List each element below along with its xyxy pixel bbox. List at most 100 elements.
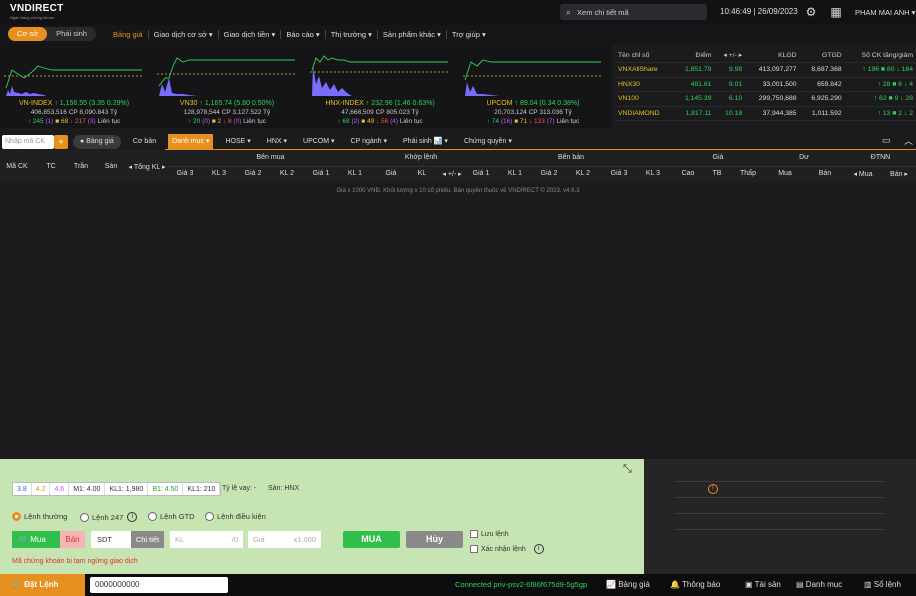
col-header: Tên chỉ số bbox=[615, 48, 675, 63]
menu-giao-dich-co-so[interactable]: Giao dịch cơ sở ▾ bbox=[149, 29, 219, 39]
divider bbox=[674, 513, 884, 514]
chevron-up-icon[interactable]: ︿ bbox=[904, 134, 913, 147]
mini-chart-upcom[interactable]: UPCOM ↑ 89.04 (0.34 0.38%) 20,703,124 CP… bbox=[463, 48, 603, 128]
user-menu[interactable]: PHAM MAI ANH ▾ bbox=[855, 8, 915, 17]
table-row[interactable]: HNX30 481.61 9.01 33,001,500 659.842 ↑ 28 ■ 6… bbox=[615, 77, 916, 92]
sell-tab[interactable]: Bán bbox=[60, 531, 85, 548]
quantity-placeholder: KL bbox=[175, 535, 185, 544]
menu-giao-dich-tien[interactable]: Giao dịch tiền ▾ bbox=[219, 29, 282, 39]
board-toggle[interactable]: ● Bảng giá bbox=[73, 134, 121, 149]
nav-bar: Cơ sở Phái sinh Bảng giá Giao dịch cơ sở… bbox=[0, 25, 916, 43]
submit-buy-button[interactable]: MUA bbox=[343, 531, 400, 548]
quote-floor[interactable]: 3.8 bbox=[13, 483, 32, 495]
save-order-checkbox[interactable]: Lưu lệnh bbox=[470, 530, 509, 538]
cancel-button[interactable]: Hủy bbox=[406, 531, 463, 548]
menu-bao-cao[interactable]: Báo cáo ▾ bbox=[281, 29, 326, 39]
info-icon[interactable]: i bbox=[533, 544, 544, 554]
col-sub[interactable]: Bán ▸ bbox=[884, 170, 914, 178]
tab-cp-nganh[interactable]: CP ngành ▾ bbox=[347, 134, 391, 150]
col-sub[interactable]: ◂ Mua bbox=[846, 170, 880, 178]
table-row[interactable]: VNDIAMOND 1,817.11 10.18 37,944,385 1,011.59… bbox=[615, 106, 916, 121]
buy-tab[interactable]: 🛒 Mua bbox=[12, 531, 60, 548]
symbol-field[interactable]: SDT bbox=[91, 531, 131, 548]
confirm-order-checkbox[interactable]: Xác nhận lệnh i bbox=[470, 544, 544, 554]
tab-danh-muc[interactable]: Danh mục ▾ bbox=[168, 133, 214, 150]
info-icon[interactable]: ! bbox=[708, 484, 718, 494]
col-sub[interactable]: ◂ +/- ▸ bbox=[437, 170, 467, 178]
tab-hose[interactable]: HOSE ▾ bbox=[221, 134, 254, 150]
mini-change: UPCOM ↑ 89.04 (0.34 0.38%) bbox=[486, 100, 580, 107]
account-field[interactable]: 0000000000 bbox=[90, 577, 228, 593]
quote-ceiling[interactable]: 4.6 bbox=[50, 483, 70, 495]
add-symbol-button[interactable]: + bbox=[54, 134, 68, 149]
col-tong-kl[interactable]: ◂ Tổng KL ▸ bbox=[128, 163, 166, 171]
cell: VN100 bbox=[615, 91, 675, 107]
quote-ref[interactable]: 4.2 bbox=[32, 483, 51, 495]
gear-icon[interactable]: ⚙ bbox=[804, 5, 818, 19]
footer-link-so-lenh[interactable]: ▥ Sổ lệnh bbox=[864, 580, 901, 589]
search-placeholder: Xem chi tiết mã bbox=[577, 7, 629, 17]
footer-link-bang-gia[interactable]: 📈 Bảng giá bbox=[606, 580, 650, 589]
cell: 1,011.592 bbox=[799, 106, 845, 121]
clock: 10:46:49 | 26/09/2023 bbox=[720, 7, 798, 16]
col-san: Sàn bbox=[104, 163, 118, 170]
grid-icon[interactable]: ▦ bbox=[829, 5, 843, 19]
checkbox-box bbox=[470, 545, 478, 553]
mini-chart-vn30[interactable]: VN30 ↑ 1,165.74 (5.80 0.50%) 128,978,544… bbox=[157, 48, 297, 128]
collapse-icon[interactable]: ⤡ bbox=[623, 463, 632, 476]
search-input[interactable]: ⌕ Xem chi tiết mã bbox=[560, 4, 707, 20]
tab-chung-quyen[interactable]: Chứng quyền ▾ bbox=[460, 134, 516, 150]
col-sub: KL 2 bbox=[279, 170, 295, 177]
col-ma-ck[interactable]: Mã CK bbox=[4, 163, 30, 170]
buy-tab-label: Mua bbox=[30, 535, 46, 544]
quantity-input[interactable]: KL/0 bbox=[170, 531, 243, 548]
radio-lenh-247[interactable]: Lệnh 247 i bbox=[80, 512, 138, 522]
quote-b1[interactable]: B1: 4.50 bbox=[148, 483, 184, 495]
col-header[interactable]: ◂ +/- ▸ bbox=[714, 48, 746, 63]
cell: VNXAllShare bbox=[615, 62, 675, 78]
mini-change: VN-INDEX ↑ 1,156.55 (3.35 0.29%) bbox=[18, 100, 130, 107]
col-sub: KL 3 bbox=[211, 170, 227, 177]
table-row[interactable]: VN100 1,145.39 6.10 299,750,688 6,925.290 ↑ 6… bbox=[615, 91, 916, 107]
detail-button[interactable]: Chi tiết bbox=[131, 531, 164, 548]
footer-link-danh-muc[interactable]: ▤ Danh mục bbox=[796, 580, 842, 589]
radio-lenh-thuong[interactable]: Lệnh thường bbox=[12, 512, 67, 521]
user-name: PHAM MAI ANH bbox=[855, 8, 910, 17]
price-input[interactable]: Giá x1,000 bbox=[248, 531, 321, 548]
logo[interactable]: VNDIRECT Ngân hàng chứng khoán bbox=[10, 3, 64, 22]
place-order-button[interactable]: 🛒 Đặt Lệnh bbox=[0, 574, 85, 596]
tab-phai-sinh[interactable]: Phái sinh 📊 ▾ bbox=[399, 134, 452, 150]
menu-thi-truong[interactable]: Thị trường ▾ bbox=[326, 29, 378, 39]
footer-link-tai-san[interactable]: ▣ Tài sản bbox=[745, 580, 781, 589]
quote-m1[interactable]: M1: 4.00 bbox=[69, 483, 106, 495]
divider bbox=[168, 166, 916, 167]
price-placeholder: Giá bbox=[253, 535, 265, 544]
col-sub: Mua bbox=[778, 170, 792, 177]
tab-hnx[interactable]: HNX ▾ bbox=[263, 134, 291, 150]
divider bbox=[674, 529, 884, 530]
menu-tro-giup[interactable]: Trợ giúp ▾ bbox=[447, 30, 491, 39]
footer-link-thong-bao[interactable]: 🔔 Thông báo bbox=[670, 580, 720, 589]
tab-upcom[interactable]: UPCOM ▾ bbox=[299, 134, 339, 150]
menu-san-pham-khac[interactable]: Sản phẩm khác ▾ bbox=[378, 29, 447, 39]
tab-basic[interactable]: Cơ bản bbox=[129, 134, 160, 150]
tab-phai-sinh[interactable]: Phái sinh bbox=[47, 27, 96, 41]
col-sub: KL 2 bbox=[575, 170, 591, 177]
book-icon: ▥ bbox=[864, 580, 872, 589]
tab-co-so[interactable]: Cơ sở bbox=[8, 27, 48, 41]
monitor-icon[interactable]: ▭ bbox=[882, 135, 891, 146]
radio-lenh-gtd[interactable]: Lệnh GTD bbox=[148, 512, 195, 521]
radio-lenh-dieu-kien[interactable]: Lệnh điều kiện bbox=[205, 512, 266, 521]
menu-bang-gia[interactable]: Bảng giá bbox=[108, 29, 149, 39]
symbol-input[interactable]: Nhập mã CK bbox=[2, 134, 54, 149]
mini-chart-hnx[interactable]: HNX-INDEX ↑ 232.96 (1.46 0.63%) 47,668,5… bbox=[310, 48, 450, 128]
mini-chart-graph bbox=[4, 65, 144, 96]
info-icon[interactable]: i bbox=[127, 512, 138, 522]
mini-chart-vnindex[interactable]: VN-INDEX ↑ 1,156.55 (3.35 0.29%) 406,853… bbox=[4, 48, 144, 128]
market-toggle: Cơ sở Phái sinh bbox=[8, 27, 96, 41]
cell: 6.10 bbox=[714, 91, 746, 107]
footer-link-label: Bảng giá bbox=[618, 580, 650, 589]
table-row[interactable]: VNXAllShare 1,851.79 9.98 413,097,277 8,687.… bbox=[615, 62, 916, 78]
radio-dot bbox=[80, 512, 89, 522]
index-table: Tên chỉ số Điểm ◂ +/- ▸ KLGD GTGD Số CK … bbox=[615, 48, 916, 128]
